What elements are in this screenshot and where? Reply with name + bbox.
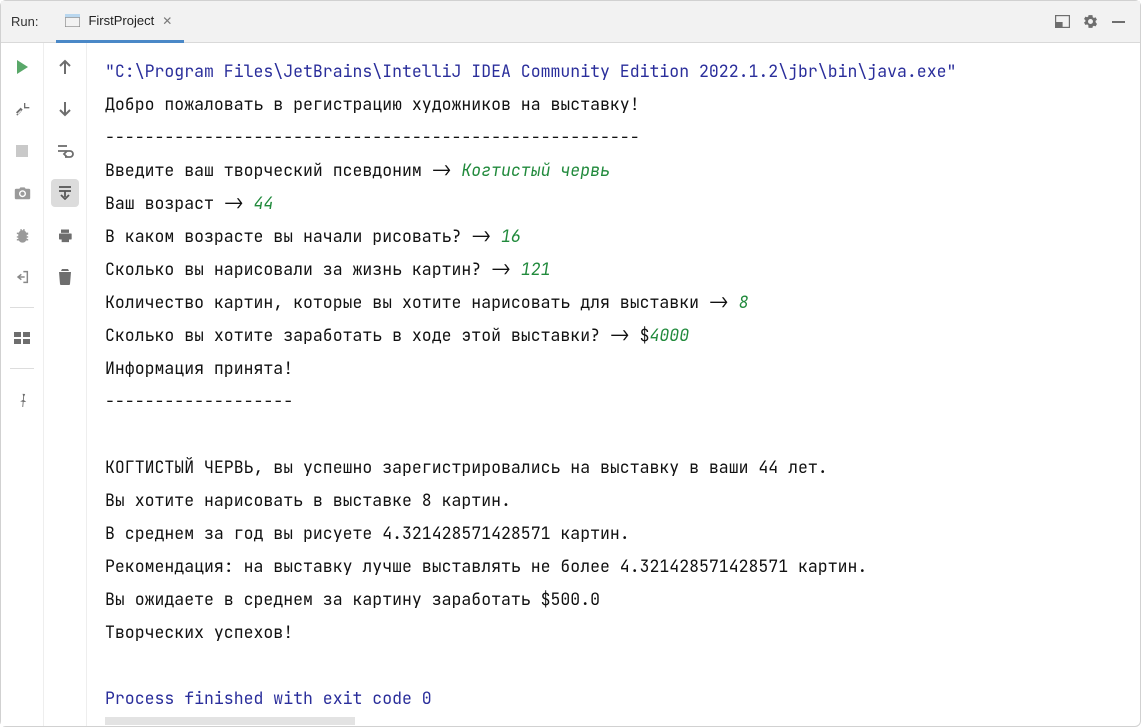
tab-title: FirstProject <box>88 13 154 28</box>
trash-icon[interactable] <box>51 263 79 291</box>
console-line: Творческих успехов! <box>105 616 1140 649</box>
console-line: Введите ваш творческий псевдоним -> Когт… <box>105 154 1140 187</box>
secondary-gutter <box>44 43 87 726</box>
run-window-icon <box>64 13 80 29</box>
toolwindow-header: Run: FirstProject ✕ <box>1 1 1140 43</box>
soft-wrap-icon[interactable] <box>51 137 79 165</box>
minimize-icon[interactable] <box>1104 1 1132 42</box>
console-line: КОГТИСТЫЙ ЧЕРВЬ, вы успешно зарегистриро… <box>105 451 1140 484</box>
exec-path: "C:\Program Files\JetBrains\IntelliJ IDE… <box>105 55 1140 88</box>
exit-code-line: Process finished with exit code 0 <box>105 682 1140 715</box>
console-line: В каком возрасте вы начали рисовать? -> … <box>105 220 1140 253</box>
console-line: Вы ожидаете в среднем за картину заработ… <box>105 583 1140 616</box>
run-label: Run: <box>11 14 38 29</box>
horizontal-scrollbar[interactable] <box>105 717 1140 726</box>
user-input: 16 <box>501 225 521 247</box>
bug-icon[interactable] <box>8 221 36 249</box>
arrow-up-icon[interactable] <box>51 53 79 81</box>
console-line: Количество картин, которые вы хотите нар… <box>105 286 1140 319</box>
user-input: 4000 <box>650 324 690 346</box>
tab-firstproject[interactable]: FirstProject ✕ <box>56 1 184 43</box>
console-line: В среднем за год вы рисуете 4.3214285714… <box>105 517 1140 550</box>
console-line: Ваш возраст -> 44 <box>105 187 1140 220</box>
console-line: Сколько вы хотите заработать в ходе этой… <box>105 319 1140 352</box>
toolwindow-body: "C:\Program Files\JetBrains\IntelliJ IDE… <box>1 43 1140 726</box>
left-gutter <box>1 43 44 726</box>
console-line <box>105 418 1140 451</box>
layout-icon[interactable] <box>8 324 36 352</box>
console-line <box>105 649 1140 682</box>
console-line: Добро пожаловать в регистрацию художнико… <box>105 88 1140 121</box>
user-input: 8 <box>739 291 749 313</box>
gear-icon[interactable] <box>1076 1 1104 42</box>
camera-icon[interactable] <box>8 179 36 207</box>
user-input: Когтистый червь <box>461 159 610 181</box>
console-line: ----------------------------------------… <box>105 121 1140 154</box>
user-input: 121 <box>521 258 551 280</box>
pin-icon[interactable] <box>8 385 36 413</box>
stop-icon[interactable] <box>8 137 36 165</box>
console-line: ------------------- <box>105 385 1140 418</box>
user-input: 44 <box>254 192 274 214</box>
exit-icon[interactable] <box>8 263 36 291</box>
console-line: Сколько вы нарисовали за жизнь картин? -… <box>105 253 1140 286</box>
run-icon[interactable] <box>8 53 36 81</box>
run-tool-window: Run: FirstProject ✕ <box>0 0 1141 727</box>
wrench-icon[interactable] <box>8 95 36 123</box>
arrow-down-icon[interactable] <box>51 95 79 123</box>
console-output[interactable]: "C:\Program Files\JetBrains\IntelliJ IDE… <box>87 43 1140 726</box>
window-dock-icon[interactable] <box>1048 1 1076 42</box>
console-line: Рекомендация: на выставку лучше выставля… <box>105 550 1140 583</box>
scroll-to-end-icon[interactable] <box>51 179 79 207</box>
console-line: Вы хотите нарисовать в выставке 8 картин… <box>105 484 1140 517</box>
print-icon[interactable] <box>51 221 79 249</box>
console-line: Информация принята! <box>105 352 1140 385</box>
close-icon[interactable]: ✕ <box>162 15 172 27</box>
